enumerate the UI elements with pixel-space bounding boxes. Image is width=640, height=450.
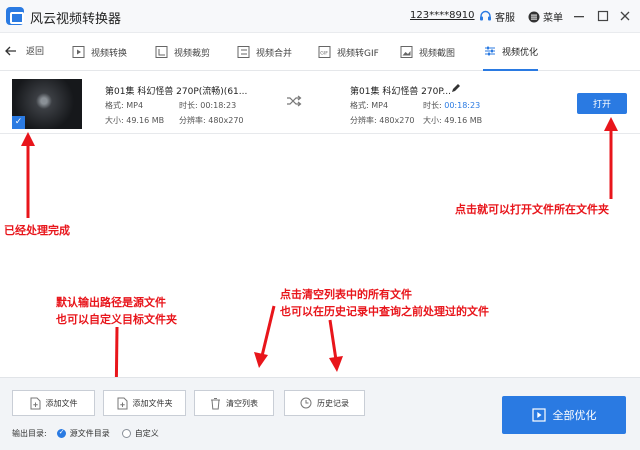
- tab-video-crop[interactable]: 视频裁剪: [155, 33, 210, 71]
- label: 格式:: [105, 101, 124, 110]
- app-title: 风云视频转换器: [30, 12, 122, 27]
- add-folder-icon: [117, 397, 127, 409]
- value: 00:18:23: [200, 101, 237, 110]
- value: 49.16 MB: [126, 116, 165, 125]
- add-folder-button[interactable]: 添加文件夹: [103, 390, 186, 416]
- annotation-arrow-down-icon: [254, 305, 276, 368]
- history-label: 历史记录: [317, 398, 349, 408]
- label: 大小:: [105, 116, 124, 125]
- clock-icon: [300, 397, 312, 409]
- value: 480x270: [379, 116, 415, 125]
- custom-dir-label: 自定义: [134, 429, 159, 438]
- tab-label: 视频转GIF: [337, 48, 379, 59]
- tab-video-to-gif[interactable]: GIF 视频转GIF: [318, 33, 379, 71]
- value: 00:18:23: [444, 101, 481, 110]
- source-dir-label: 源文件目录: [69, 429, 110, 438]
- support-button[interactable]: 客服: [479, 9, 515, 24]
- annotation-open-folder: 点击就可以打开文件所在文件夹: [455, 203, 609, 216]
- history-button[interactable]: 历史记录: [284, 390, 365, 416]
- maximize-icon[interactable]: [596, 9, 610, 23]
- label: 时长:: [423, 101, 442, 110]
- crop-icon: [155, 46, 168, 58]
- annotation-done: 已经处理完成: [4, 224, 70, 237]
- annotation-arrow-up-icon: [604, 117, 618, 199]
- annotation-clear-line2: 也可以在历史记录中查询之前处理过的文件: [280, 305, 489, 318]
- output-file-name: 第01集 科幻怪兽 270P...: [350, 87, 451, 97]
- sliders-icon: [485, 46, 495, 56]
- back-label: 返回: [26, 47, 45, 57]
- tab-video-merge[interactable]: 视频合并: [237, 33, 292, 71]
- label: 分辨率:: [179, 116, 206, 125]
- source-duration: 时长: 00:18:23: [179, 100, 236, 111]
- checkmark-icon[interactable]: ✓: [12, 116, 25, 129]
- menu-icon: [528, 11, 540, 22]
- tab-video-optimize[interactable]: 视频优化: [483, 33, 539, 71]
- label: 大小:: [423, 116, 442, 125]
- source-size: 大小: 49.16 MB: [105, 115, 164, 126]
- image-icon: [400, 46, 413, 58]
- source-file-name: 第01集 科幻怪兽 270P(流畅)(61...: [105, 87, 248, 97]
- tab-video-convert[interactable]: 视频转换: [72, 33, 127, 71]
- label: 格式:: [350, 101, 369, 110]
- annotation-arrow-up-icon: [21, 132, 35, 218]
- add-file-button[interactable]: 添加文件: [12, 390, 95, 416]
- tab-label: 视频转换: [91, 48, 128, 59]
- annotation-clear-line1: 点击清空列表中的所有文件: [280, 288, 412, 301]
- label: 分辨率:: [350, 116, 377, 125]
- source-format: 格式: MP4: [105, 100, 143, 111]
- value: 480x270: [208, 116, 244, 125]
- source-resolution: 分辨率: 480x270: [179, 115, 244, 126]
- optimize-all-button[interactable]: 全部优化: [502, 396, 626, 434]
- label: 时长:: [179, 101, 198, 110]
- gif-icon: GIF: [318, 46, 331, 58]
- file-list-row[interactable]: ✓ 第01集 科幻怪兽 270P(流畅)(61... 格式: MP4 时长: 0…: [0, 72, 640, 134]
- annotation-arrow-down-icon: [328, 319, 343, 372]
- output-directory: 输出目录: 源文件目录 自定义: [12, 428, 159, 439]
- svg-text:GIF: GIF: [320, 51, 328, 57]
- merge-icon: [237, 46, 250, 58]
- value: MP4: [126, 101, 144, 110]
- custom-dir-radio[interactable]: [121, 429, 131, 438]
- value: MP4: [371, 101, 389, 110]
- annotation-default-path-line1: 默认输出路径是源文件: [56, 296, 166, 309]
- menu-button[interactable]: 菜单: [528, 9, 563, 24]
- add-file-icon: [30, 397, 40, 409]
- tool-tabs: 返回 视频转换 视频裁剪 视频合并 GIF 视频转GIF 视频截图 视频优化: [0, 33, 640, 71]
- support-label: 客服: [495, 13, 515, 24]
- play-file-icon: [72, 46, 85, 58]
- close-icon[interactable]: [618, 9, 632, 23]
- open-folder-button[interactable]: 打开: [577, 93, 627, 114]
- title-bar: 风云视频转换器 123****8910 客服 菜单: [0, 0, 640, 33]
- edit-icon[interactable]: [451, 83, 461, 93]
- optimize-all-label: 全部优化: [552, 409, 597, 422]
- output-duration: 时长: 00:18:23: [423, 100, 480, 111]
- trash-icon: [211, 397, 220, 409]
- back-button[interactable]: 返回: [5, 44, 44, 57]
- output-format: 格式: MP4: [350, 100, 388, 111]
- tab-label: 视频截图: [419, 48, 456, 59]
- minimize-icon[interactable]: [572, 9, 586, 23]
- source-dir-radio[interactable]: [56, 428, 66, 438]
- app-logo-icon: [6, 7, 24, 25]
- tab-video-screenshot[interactable]: 视频截图: [400, 33, 455, 71]
- bottom-toolbar: 添加文件 添加文件夹 清空列表 历史记录 输出目录: 源文件目录 自定义 全部优…: [0, 377, 640, 450]
- tab-label: 视频裁剪: [174, 48, 211, 59]
- video-thumbnail: ✓: [12, 79, 82, 129]
- tab-label: 视频优化: [502, 47, 539, 58]
- output-size: 大小: 49.16 MB: [423, 115, 482, 126]
- clear-list-label: 清空列表: [226, 398, 258, 408]
- menu-label: 菜单: [543, 13, 563, 24]
- headset-icon: [480, 10, 491, 21]
- shuffle-icon: [287, 95, 302, 107]
- value: 49.16 MB: [444, 116, 483, 125]
- add-file-label: 添加文件: [45, 398, 78, 408]
- output-resolution: 分辨率: 480x270: [350, 115, 415, 126]
- user-account-link[interactable]: 123****8910: [410, 10, 475, 21]
- add-folder-label: 添加文件夹: [132, 398, 173, 408]
- arrow-left-icon: [5, 46, 16, 55]
- play-icon: [531, 408, 546, 422]
- clear-list-button[interactable]: 清空列表: [194, 390, 274, 416]
- tab-label: 视频合并: [256, 48, 293, 59]
- output-directory-label: 输出目录:: [12, 429, 47, 438]
